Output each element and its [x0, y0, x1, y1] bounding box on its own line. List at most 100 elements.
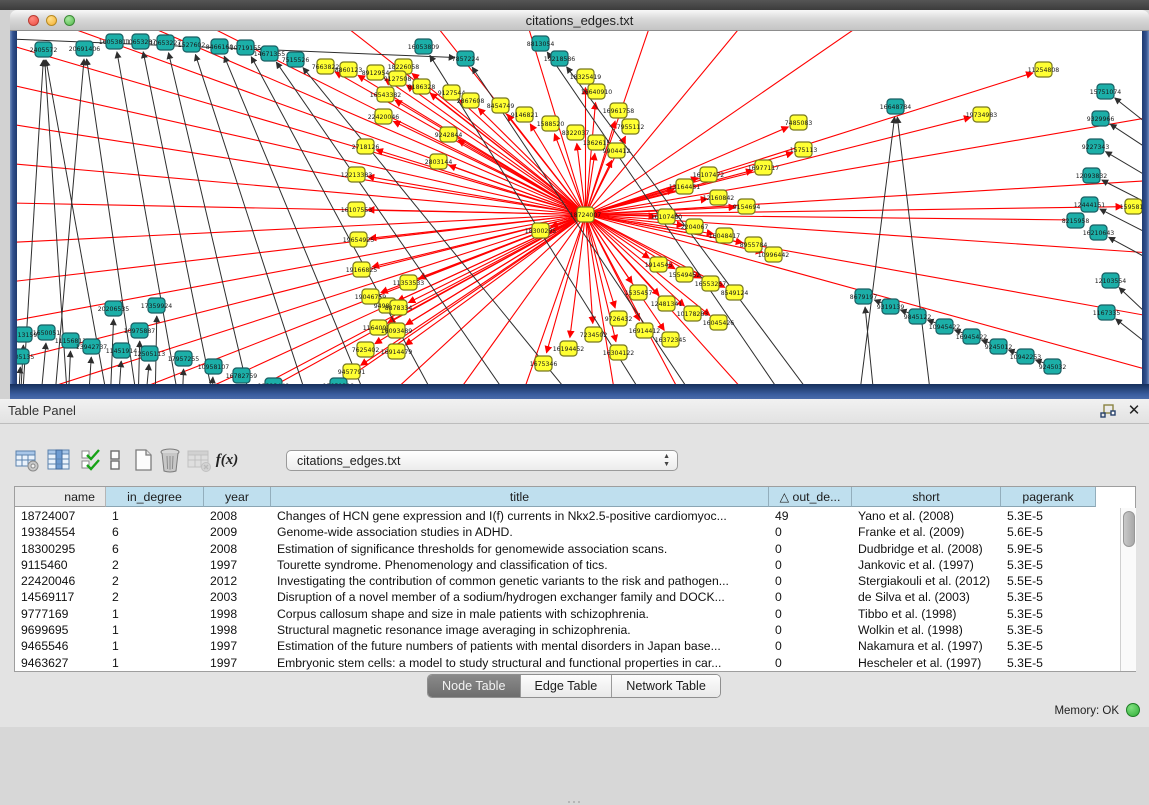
graph-node[interactable]: 9227343	[1082, 139, 1110, 154]
table-row[interactable]: 1830029562008Estimation of significance …	[15, 541, 1119, 557]
graph-node[interactable]: 11254808	[1028, 62, 1060, 77]
table-row[interactable]: 1456911722003Disruption of a novel membe…	[15, 589, 1119, 605]
graph-node[interactable]: 19654925	[343, 232, 375, 247]
graph-node[interactable]: 9245012	[985, 339, 1013, 354]
graph-node[interactable]: 16961758	[603, 103, 635, 118]
graph-node[interactable]: 16194452	[553, 341, 585, 356]
graph-node[interactable]: 16782759	[226, 368, 258, 383]
graph-node[interactable]: 10958107	[198, 359, 230, 374]
tab-network-table[interactable]: Network Table	[612, 675, 720, 697]
graph-node[interactable]: 16945422	[956, 329, 988, 344]
table-row[interactable]: 911546021997Tourette syndrome. Phenomeno…	[15, 557, 1119, 573]
column-header-year[interactable]: year	[204, 487, 271, 507]
network-window-titlebar[interactable]: citations_edges.txt	[10, 10, 1149, 31]
svg-text:2867608: 2867608	[457, 98, 485, 105]
graph-node[interactable]: 1535457	[625, 285, 653, 300]
graph-node[interactable]: 12160842	[703, 190, 735, 205]
table-row[interactable]: 1872400712008Changes of HCN gene express…	[15, 508, 1119, 524]
graph-node[interactable]: 7625402	[352, 342, 380, 357]
graph-node[interactable]: 15751074	[1090, 84, 1122, 99]
table-row[interactable]: 969969511998Structural magnetic resonanc…	[15, 622, 1119, 638]
graph-node[interactable]: 16543382	[370, 87, 402, 102]
svg-text:10996442: 10996442	[758, 252, 790, 259]
delete-icon[interactable]	[158, 446, 182, 474]
graph-node[interactable]: 12103554	[1095, 273, 1127, 288]
graph-node[interactable]: 7857224	[452, 51, 480, 66]
graph-node[interactable]: 16648784	[880, 99, 912, 114]
attribute-table[interactable]: namein_degreeyeartitle△ out_de...shortpa…	[14, 486, 1136, 672]
table-row[interactable]: 977716911998Corpus callosum shape and si…	[15, 606, 1119, 622]
graph-node[interactable]: 9245032	[1039, 359, 1067, 374]
graph-node[interactable]: 20691406	[69, 41, 101, 56]
desktop-margin	[0, 10, 10, 399]
network-graph[interactable]: 1872400718300295766382288601238912954182…	[10, 31, 1142, 384]
graph-node[interactable]: 16914412	[629, 323, 661, 338]
new-table-icon[interactable]	[132, 446, 154, 474]
memory-status-indicator[interactable]	[1126, 703, 1140, 717]
vertical-scrollbar[interactable]	[1120, 508, 1136, 671]
graph-node[interactable]: 1575113	[790, 142, 818, 157]
column-header-out_degree[interactable]: △ out_de...	[769, 487, 852, 507]
graph-node[interactable]: 8454749	[487, 98, 515, 113]
graph-node[interactable]: 8955784	[740, 237, 768, 252]
table-row[interactable]: 2242004622012Investigating the contribut…	[15, 573, 1119, 589]
table-panel-header: Table Panel ✕	[0, 399, 1149, 424]
network-view-canvas[interactable]: 1872400718300295766382288601238912954182…	[10, 31, 1142, 384]
column-header-name[interactable]: name	[15, 487, 106, 507]
graph-node[interactable]: 2803144	[425, 154, 453, 169]
graph-node[interactable]: 1914545	[645, 257, 673, 272]
select-all-icon[interactable]	[80, 446, 102, 474]
graph-node[interactable]: 19734983	[966, 107, 998, 122]
graph-node[interactable]: 7485083	[785, 115, 813, 130]
tab-node-table[interactable]: Node Table	[428, 675, 521, 697]
cell-year: 2012	[204, 573, 271, 589]
graph-node[interactable]: 8215958	[1062, 213, 1090, 228]
show-columns-icon[interactable]	[46, 446, 72, 474]
graph-node[interactable]: 16107553	[341, 202, 373, 217]
column-header-pagerank[interactable]: pagerank	[1001, 487, 1096, 507]
splitter-grip-icon[interactable]	[567, 800, 581, 805]
unselect-all-icon[interactable]	[108, 446, 122, 474]
table-row[interactable]: 946362711997Embryonic stem cells: a mode…	[15, 655, 1119, 671]
float-window-icon[interactable]	[1100, 404, 1116, 419]
graph-node[interactable]: 9457791	[338, 364, 366, 379]
graph-node[interactable]: 10942253	[1010, 349, 1042, 364]
cell-out_degree: 49	[769, 508, 852, 524]
graph-node[interactable]: 1595813	[1120, 199, 1142, 214]
graph-node[interactable]: 8679197	[850, 289, 878, 304]
graph-node[interactable]: 7234502	[580, 327, 608, 342]
graph-node[interactable]: 10653227	[150, 35, 182, 50]
table-row[interactable]: 946554611997Estimation of the future num…	[15, 638, 1119, 654]
graph-node[interactable]: 16107472	[693, 167, 725, 182]
table-mode-icon[interactable]	[14, 446, 40, 474]
cell-year: 1998	[204, 622, 271, 638]
graph-node[interactable]: 1167335	[1093, 305, 1121, 320]
tab-edge-table[interactable]: Edge Table	[521, 675, 613, 697]
graph-node[interactable]: 16053809	[408, 39, 440, 54]
graph-node[interactable]: 8186328	[408, 79, 436, 94]
graph-node[interactable]: 7955112	[617, 119, 645, 134]
black-edge	[897, 117, 932, 384]
graph-node[interactable]: 9146821	[511, 107, 539, 122]
graph-node[interactable]: 10945422	[929, 319, 961, 334]
graph-node[interactable]: 10178283	[677, 306, 709, 321]
graph-node[interactable]: 1588520	[537, 116, 565, 131]
graph-node[interactable]: 11451914	[106, 343, 138, 358]
graph-node[interactable]: 1675346	[530, 356, 558, 371]
column-header-title[interactable]: title	[271, 487, 769, 507]
graph-node[interactable]: 9845122	[904, 309, 932, 324]
function-builder-icon[interactable]: f(x)	[214, 446, 240, 474]
close-icon[interactable]: ✕	[1126, 402, 1142, 420]
column-header-short[interactable]: short	[852, 487, 1001, 507]
table-row[interactable]: 1938455462009Genome-wide association stu…	[15, 524, 1119, 540]
graph-node[interactable]: 12481341	[651, 296, 683, 311]
scrollbar-thumb[interactable]	[1123, 511, 1135, 547]
graph-node[interactable]: 1527602	[178, 37, 206, 52]
graph-node[interactable]: 8813054	[527, 36, 555, 51]
graph-node[interactable]: 17359924	[141, 298, 173, 313]
table-selector-dropdown[interactable]: citations_edges.txt ▲▼	[286, 450, 678, 471]
graph-node[interactable]: 18325419	[570, 69, 602, 84]
graph-node[interactable]: 2405572	[30, 42, 58, 57]
column-header-in_degree[interactable]: in_degree	[106, 487, 204, 507]
graph-node[interactable]: 2718126	[352, 139, 380, 154]
